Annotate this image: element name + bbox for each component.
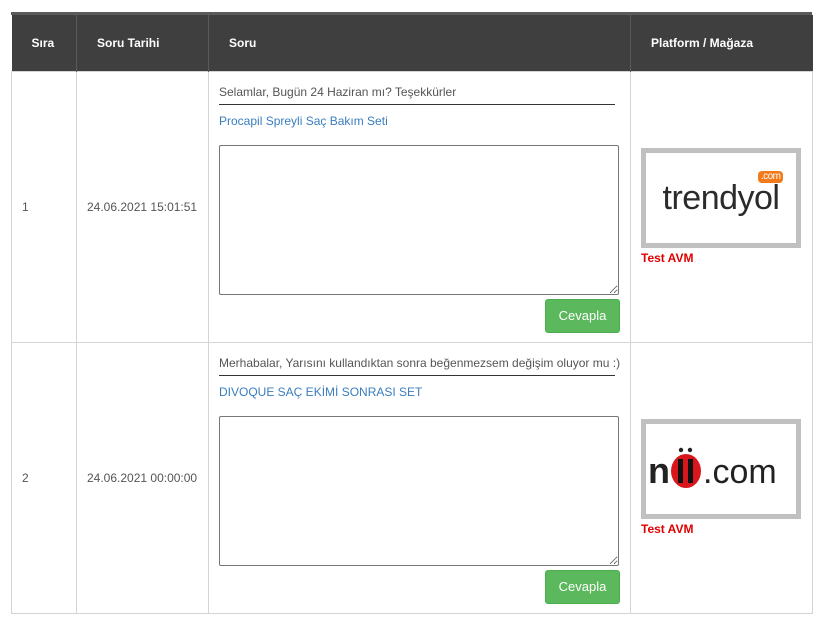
row-index: 1 xyxy=(11,70,77,343)
product-link[interactable]: Procapil Spreyli Saç Bakım Seti xyxy=(219,114,388,128)
product-link[interactable]: DIVOQUE SAÇ EKİMİ SONRASI SET xyxy=(219,385,422,399)
row-question-cell: Merhabalar, Yarısını kullandıktan sonra … xyxy=(208,341,631,614)
trendyol-logo: trendyol .com xyxy=(641,148,801,248)
row-index: 2 xyxy=(11,341,77,614)
n11-logo: n .com xyxy=(641,419,801,519)
row-date: 24.06.2021 15:01:51 xyxy=(76,70,209,343)
question-text: Merhabalar, Yarısını kullandıktan sonra … xyxy=(219,355,621,370)
row-date: 24.06.2021 00:00:00 xyxy=(76,341,209,614)
svg-text:.com: .com xyxy=(703,453,777,491)
question-text: Selamlar, Bugün 24 Haziran mı? Teşekkürl… xyxy=(219,84,457,99)
header-platform-store: Platform / Mağaza xyxy=(630,15,813,71)
trendyol-logo-text: trendyol .com xyxy=(663,170,784,218)
store-name: Test AVM xyxy=(641,522,694,536)
questions-table-container: Sıra Soru Tarihi Soru Platform / Mağaza … xyxy=(11,12,813,614)
reply-button[interactable]: Cevapla xyxy=(545,569,620,604)
header-index: Sıra xyxy=(11,15,77,71)
header-question: Soru xyxy=(208,15,631,71)
question-divider xyxy=(219,103,615,105)
store-name: Test AVM xyxy=(641,251,694,265)
row-platform-cell: trendyol .com Test AVM xyxy=(630,70,813,343)
answer-textarea[interactable] xyxy=(219,144,619,295)
answer-textarea[interactable] xyxy=(219,415,619,566)
table-row: 2 24.06.2021 00:00:00 Merhabalar, Yarısı… xyxy=(11,341,813,614)
reply-button-row: Cevapla xyxy=(219,569,620,604)
table-row: 1 24.06.2021 15:01:51 Selamlar, Bugün 24… xyxy=(11,70,813,343)
question-divider xyxy=(219,374,615,376)
reply-button[interactable]: Cevapla xyxy=(545,298,620,333)
n11-logo-graphic: n .com xyxy=(648,447,777,491)
table-header-row: Sıra Soru Tarihi Soru Platform / Mağaza xyxy=(11,15,813,71)
reply-button-row: Cevapla xyxy=(219,298,620,333)
row-question-cell: Selamlar, Bugün 24 Haziran mı? Teşekkürl… xyxy=(208,70,631,343)
header-question-date: Soru Tarihi xyxy=(76,15,209,71)
questions-table: Sıra Soru Tarihi Soru Platform / Mağaza … xyxy=(11,15,813,614)
trendyol-logo-badge: .com xyxy=(757,170,784,183)
svg-text:n: n xyxy=(648,450,670,491)
row-platform-cell: n .com Test AVM xyxy=(630,341,813,614)
